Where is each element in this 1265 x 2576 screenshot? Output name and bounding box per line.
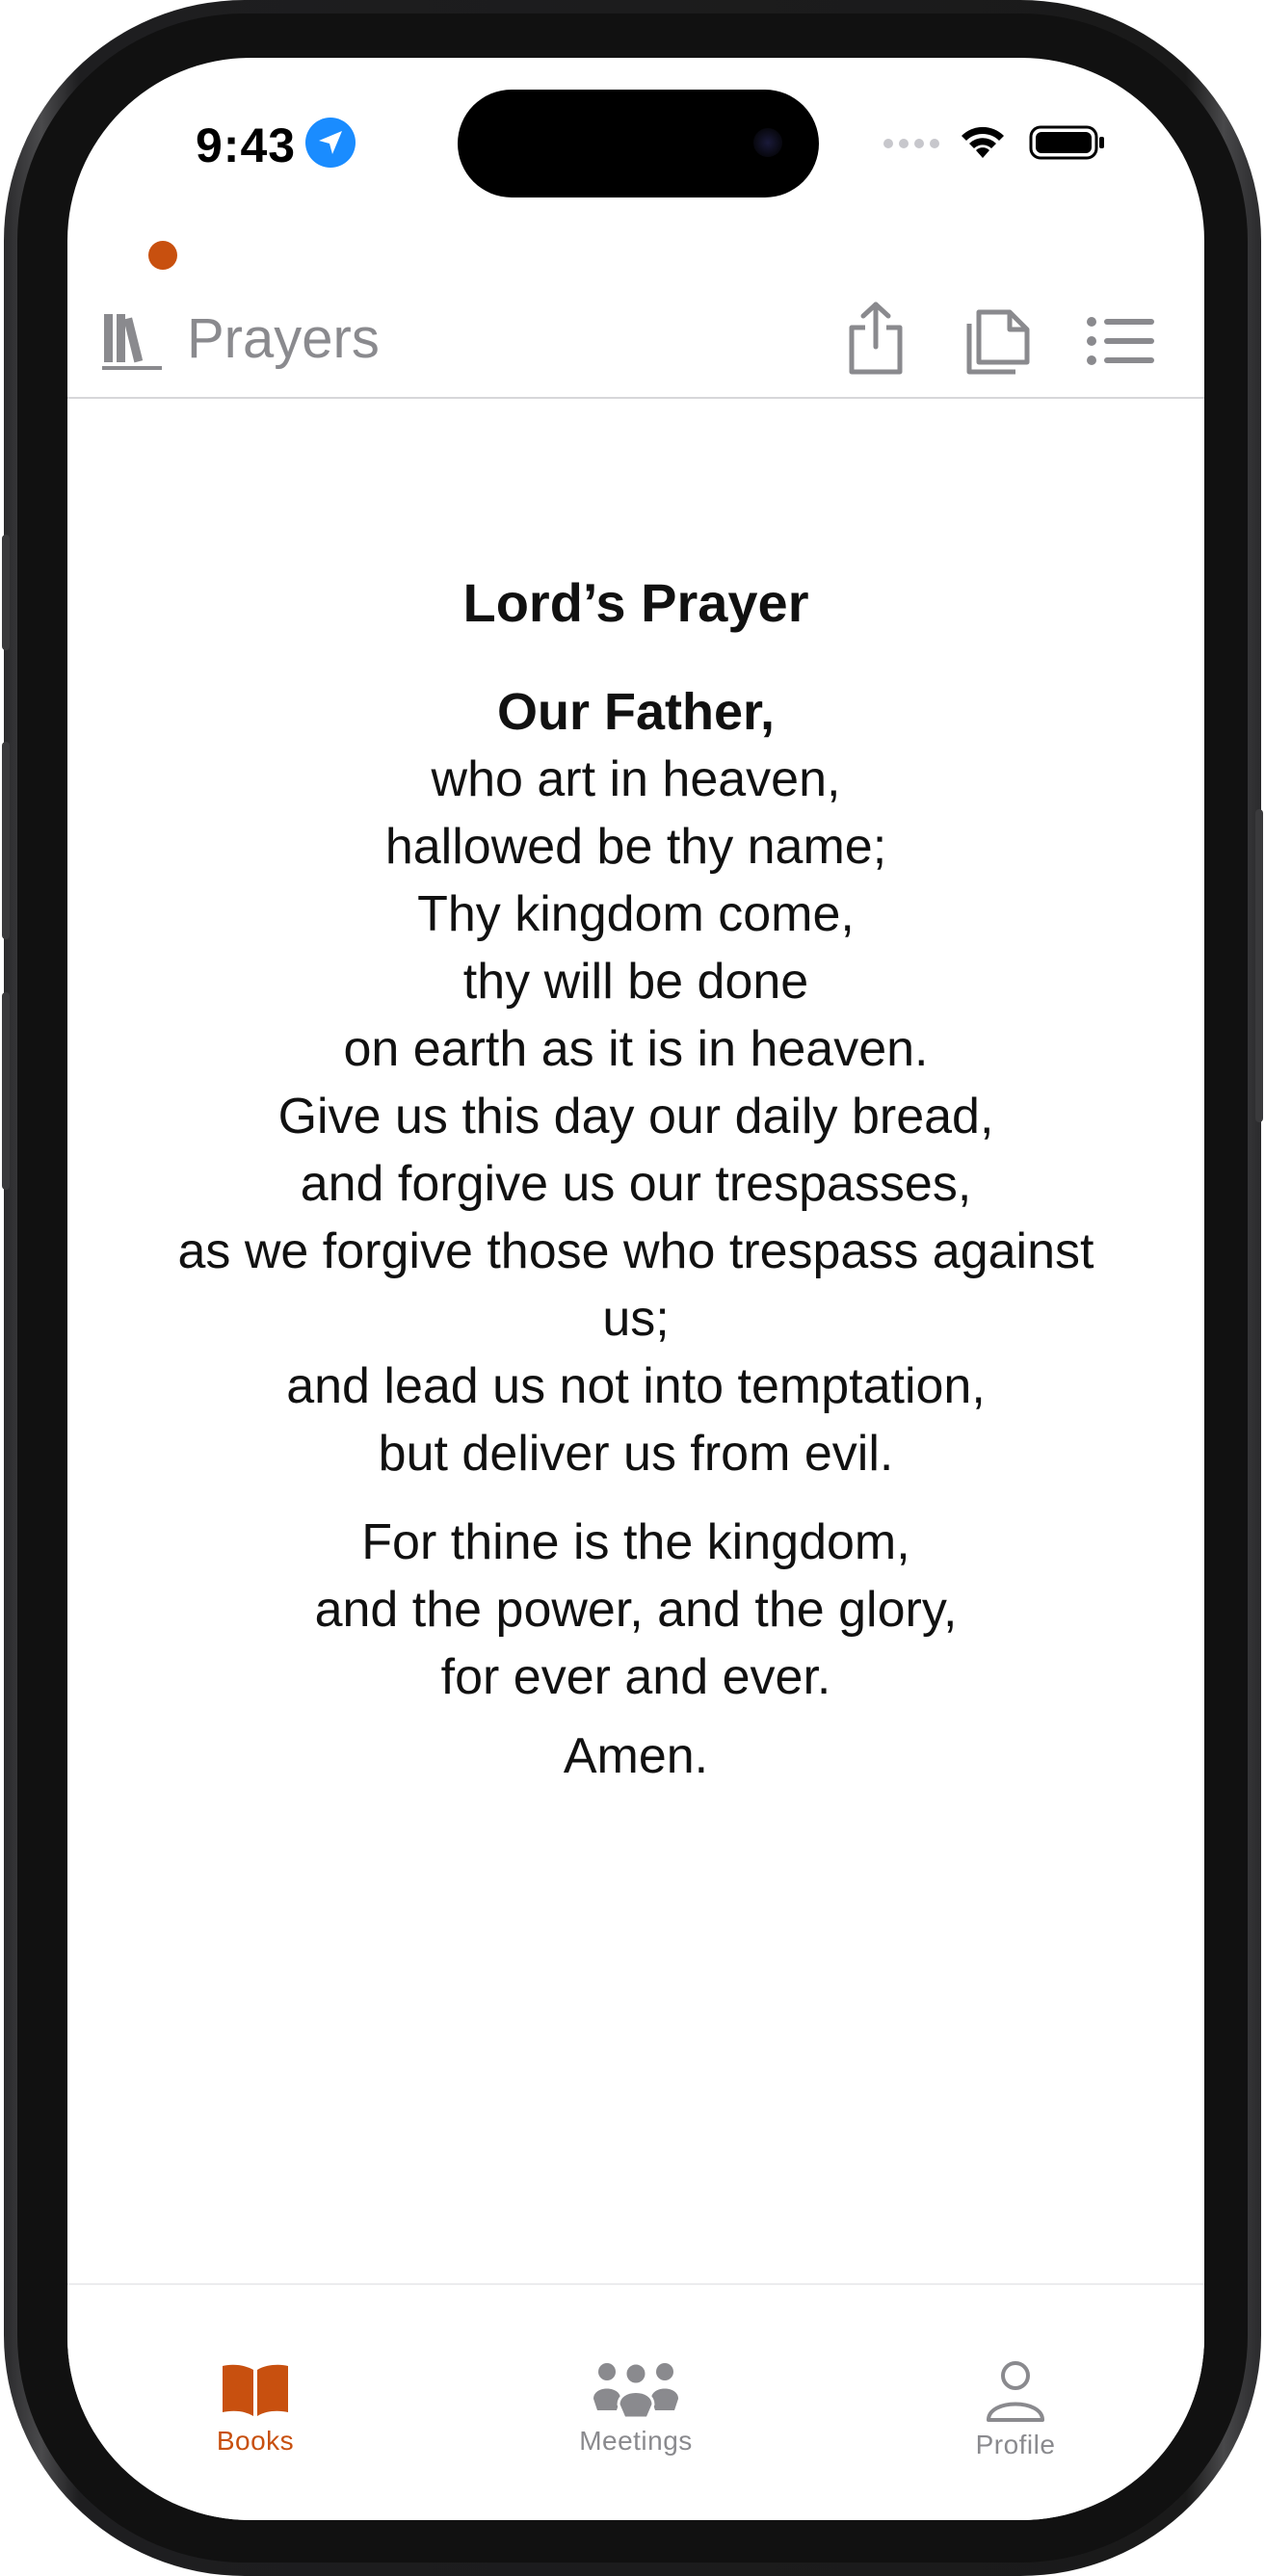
prayer-closing: Amen. xyxy=(563,1728,709,1784)
people-icon xyxy=(593,2361,678,2418)
prayer-title: Lord’s Prayer xyxy=(462,572,809,633)
tab-books-label: Books xyxy=(216,2426,295,2456)
location-arrow-icon xyxy=(305,118,356,168)
front-camera xyxy=(753,128,782,157)
prayer-line: who art in heaven, xyxy=(431,751,841,807)
stanza-gap xyxy=(67,1487,1204,1509)
doxology-line: for ever and ever. xyxy=(440,1649,831,1705)
volume-down-button xyxy=(2,992,10,1190)
prayer-line: Give us this day our daily bread, xyxy=(277,1089,994,1144)
doxology-line: For thine is the kingdom, xyxy=(361,1514,910,1570)
books-icon[interactable] xyxy=(100,299,175,374)
list-icon[interactable] xyxy=(1087,316,1154,366)
tab-meetings-label: Meetings xyxy=(579,2426,693,2456)
prayer-line: hallowed be thy name; xyxy=(384,819,887,875)
tab-profile-label: Profile xyxy=(975,2430,1056,2459)
open-book-icon xyxy=(223,2364,288,2416)
prayer-opening: Our Father, xyxy=(496,683,776,741)
screen: 9:43 Prayers Lord’s Prayer Our Father, w… xyxy=(67,58,1204,2520)
tab-profile[interactable]: Profile xyxy=(919,2360,1112,2460)
status-time: 9:43 xyxy=(196,118,297,172)
prayer-line: thy will be done xyxy=(462,954,809,1010)
battery-icon xyxy=(1029,125,1104,160)
cellular-signal-icon xyxy=(883,139,939,148)
doxology-line: and the power, and the glory, xyxy=(314,1582,958,1638)
tab-books[interactable]: Books xyxy=(159,2360,352,2457)
pages-icon[interactable] xyxy=(963,306,1033,376)
dynamic-island xyxy=(458,90,819,197)
action-button xyxy=(2,535,10,650)
prayer-line: on earth as it is in heaven. xyxy=(343,1021,929,1077)
prayer-line: us; xyxy=(602,1291,670,1347)
notification-dot xyxy=(148,241,177,270)
tab-meetings[interactable]: Meetings xyxy=(540,2360,732,2457)
person-icon xyxy=(987,2361,1044,2422)
prayer-content: Lord’s Prayer Our Father, who art in hea… xyxy=(67,568,1204,1790)
prayer-line: but deliver us from evil. xyxy=(378,1426,894,1482)
prayer-line: as we forgive those who trespass against xyxy=(177,1223,1094,1279)
power-button xyxy=(1255,809,1263,1122)
phone-frame: 9:43 Prayers Lord’s Prayer Our Father, w… xyxy=(2,0,1263,2576)
share-icon[interactable] xyxy=(846,301,906,376)
prayer-line: Thy kingdom come, xyxy=(417,886,855,942)
nav-title: Prayers xyxy=(187,307,380,370)
wifi-icon xyxy=(962,126,1004,158)
prayer-line: and lead us not into temptation, xyxy=(286,1358,986,1414)
stanza-gap xyxy=(67,1711,1204,1722)
volume-up-button xyxy=(2,742,10,939)
prayer-line: and forgive us our trespasses, xyxy=(300,1156,972,1212)
